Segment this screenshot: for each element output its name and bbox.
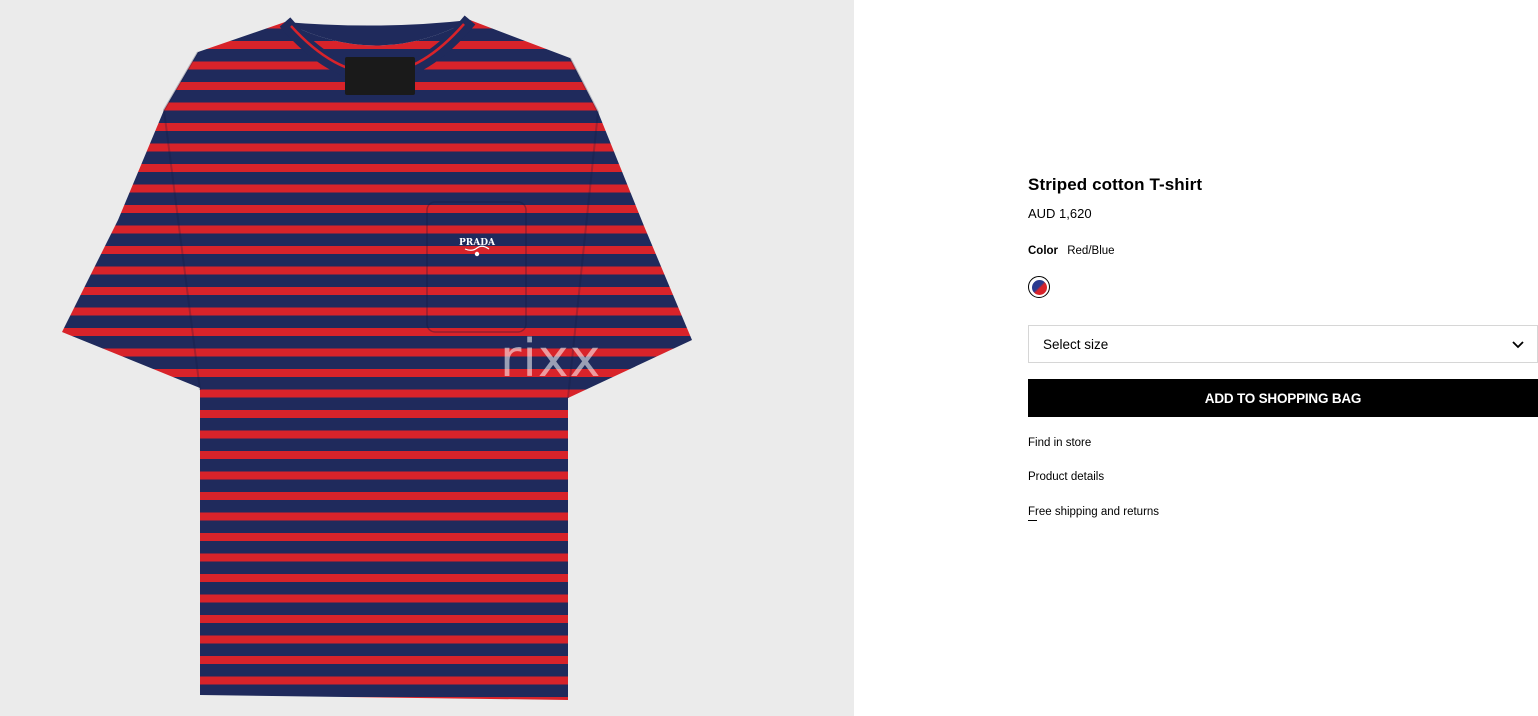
color-label: Color (1028, 245, 1059, 257)
product-image: PRADA (62, 15, 692, 700)
product-title: Striped cotton T-shirt (1028, 175, 1203, 194)
size-select-label: Select size (1043, 336, 1109, 352)
watermark: rixx (500, 329, 602, 389)
color-value: Red/Blue (1067, 245, 1115, 257)
size-select[interactable]: Select size (1028, 325, 1538, 363)
add-to-bag-button[interactable]: ADD TO SHOPPING BAG (1028, 379, 1538, 417)
product-gallery[interactable]: PRADA rixx (0, 0, 854, 716)
color-row: Color Red/Blue (1028, 245, 1115, 257)
product-price: AUD 1,620 (1028, 206, 1092, 221)
shipping-returns-link[interactable]: Free shipping and returns (1028, 506, 1159, 521)
prada-logo: PRADA (459, 238, 496, 248)
product-page: PRADA rixx Striped cotton T-shirt AUD 1,… (0, 0, 1538, 716)
color-swatch-red-blue[interactable] (1028, 276, 1050, 298)
chevron-down-icon (1512, 341, 1524, 349)
product-info-panel: Striped cotton T-shirt AUD 1,620 Color R… (1028, 0, 1538, 716)
product-details-link[interactable]: Product details (1028, 471, 1104, 483)
find-in-store-link[interactable]: Find in store (1028, 437, 1091, 449)
color-swatch-dot (1031, 279, 1047, 295)
